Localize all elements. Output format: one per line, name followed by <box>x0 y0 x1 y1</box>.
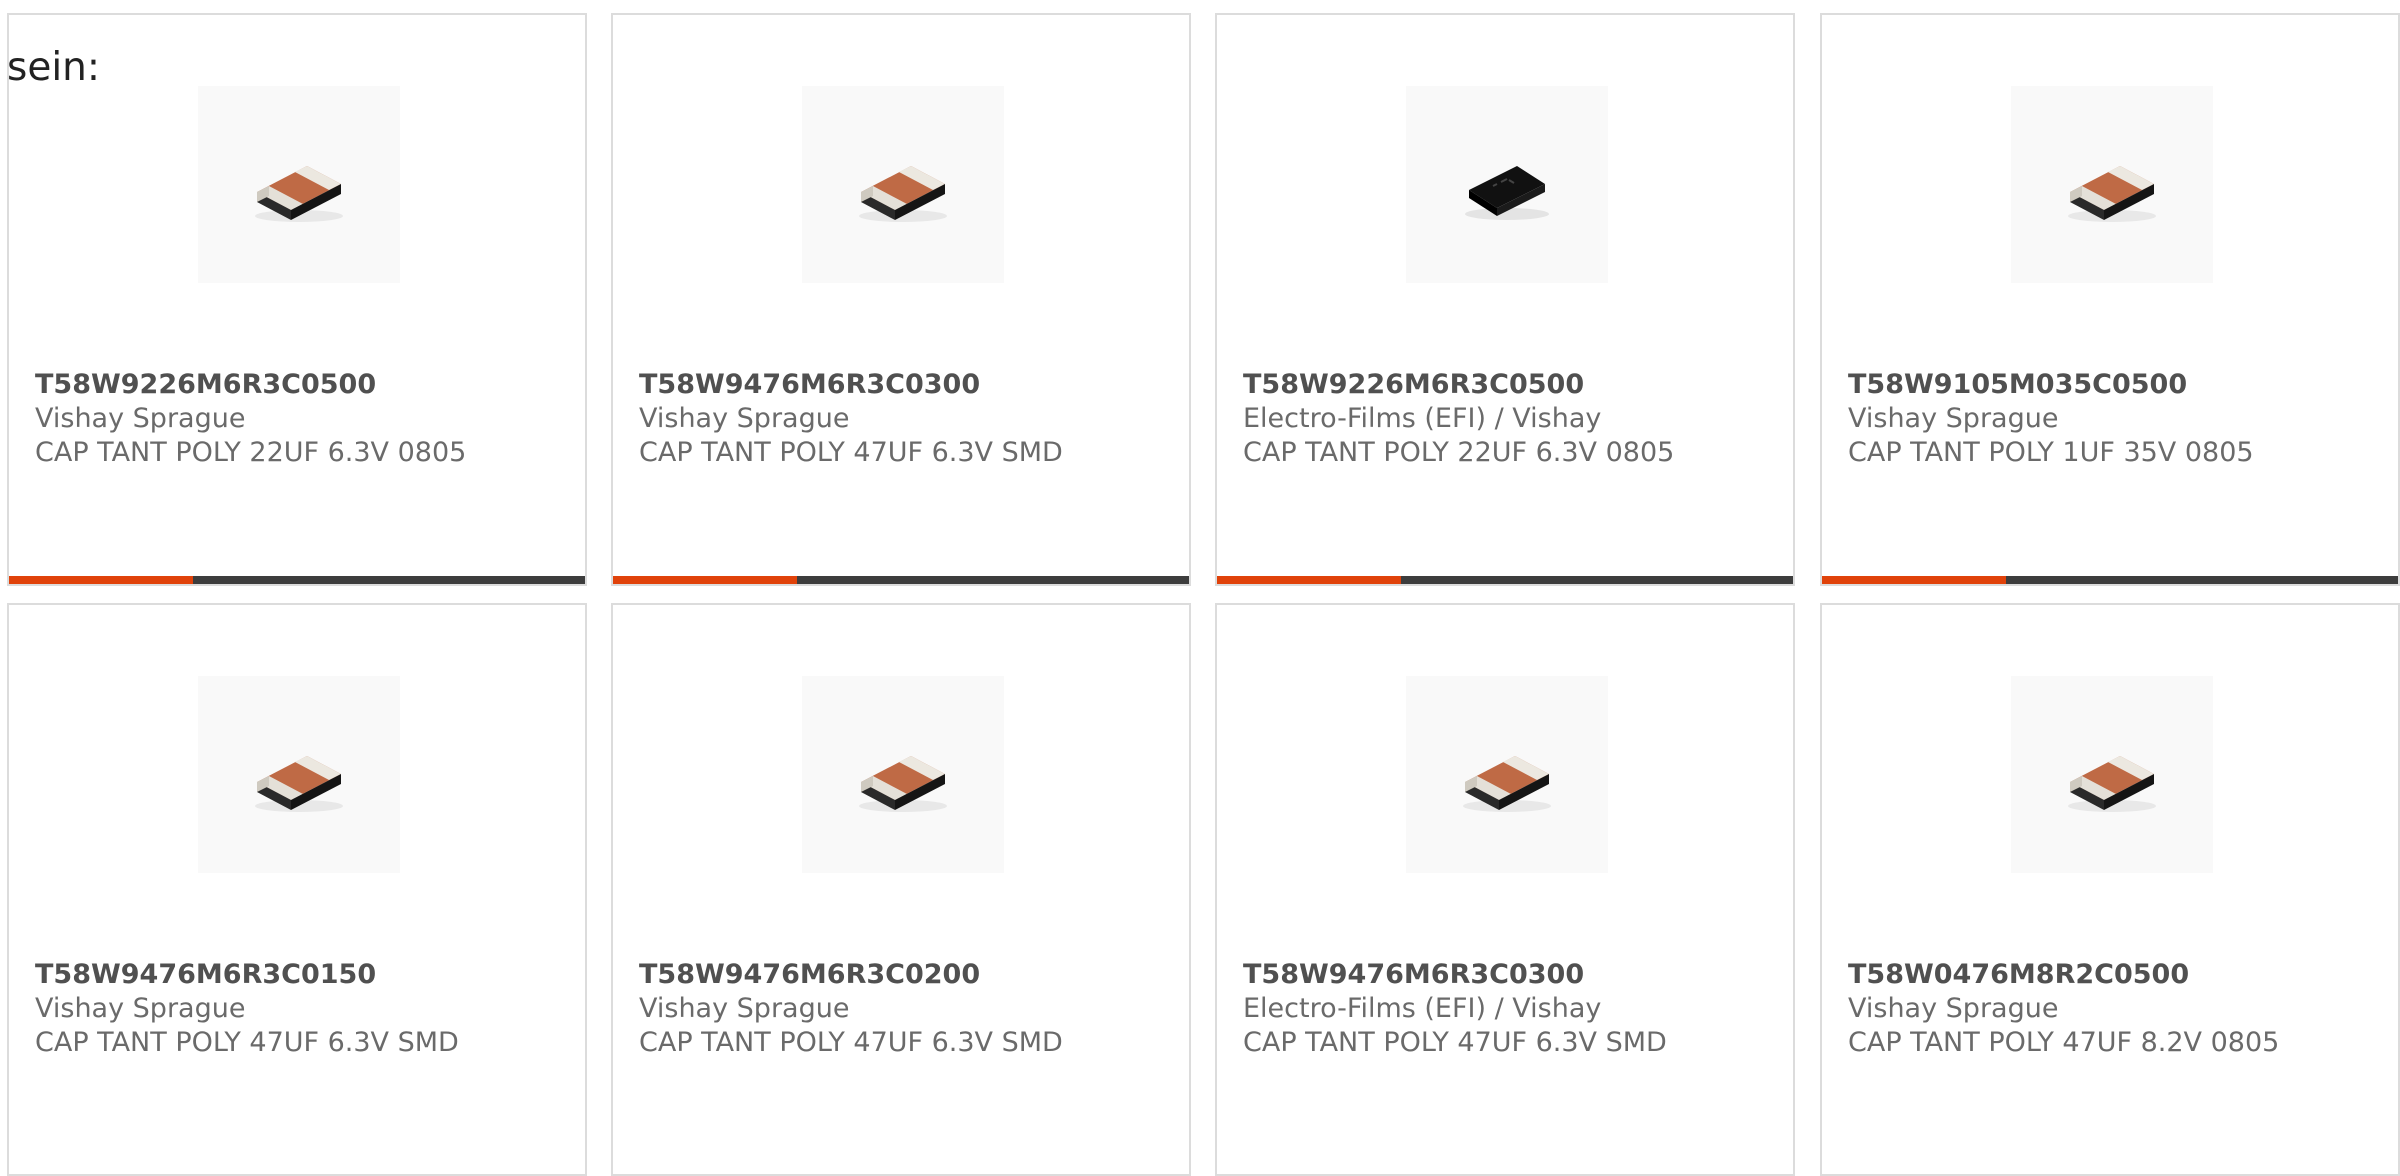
part-number[interactable]: T58W0476M8R2C0500 <box>1848 958 2189 992</box>
tantalum-chip-capacitor-icon <box>1463 755 1551 812</box>
product-image[interactable] <box>802 676 1004 873</box>
product-description: CAP TANT POLY 47UF 6.3V SMD <box>639 1027 1063 1058</box>
product-description: CAP TANT POLY 1UF 35V 0805 <box>1848 437 2254 468</box>
manufacturer-name: Vishay Sprague <box>35 403 246 434</box>
card-progress-bar <box>1822 576 2398 584</box>
card-progress-track <box>797 576 1189 584</box>
product-description: CAP TANT POLY 22UF 6.3V 0805 <box>1243 437 1675 468</box>
product-image[interactable] <box>802 86 1004 283</box>
product-description: CAP TANT POLY 47UF 8.2V 0805 <box>1848 1027 2280 1058</box>
tantalum-chip-capacitor-icon <box>255 165 343 222</box>
product-description: CAP TANT POLY 47UF 6.3V SMD <box>639 437 1063 468</box>
card-progress-fill <box>1217 576 1402 584</box>
manufacturer-name: Electro-Films (EFI) / Vishay <box>1243 993 1602 1024</box>
product-image[interactable] <box>1406 676 1608 873</box>
product-description: CAP TANT POLY 22UF 6.3V 0805 <box>35 437 467 468</box>
manufacturer-name: Vishay Sprague <box>639 993 850 1024</box>
product-card[interactable]: T58W9476M6R3C0150 Vishay Sprague CAP TANT … <box>7 603 587 1176</box>
manufacturer-name: Vishay Sprague <box>35 993 246 1024</box>
card-progress-track <box>2006 576 2398 584</box>
product-image[interactable] <box>2011 676 2213 873</box>
product-grid: T58W0476M8R2C0500 Vishay Sprague CAP TANT … <box>0 0 2400 1176</box>
product-card[interactable]: T58W9476M6R3C0300 Electro-Films (EFI) / V… <box>1215 603 1795 1176</box>
manufacturer-name: Vishay Sprague <box>1848 993 2059 1024</box>
card-progress-bar <box>1217 576 1793 584</box>
part-number[interactable]: T58W9476M6R3C0150 <box>35 958 376 992</box>
card-progress-track <box>1401 576 1793 584</box>
part-number[interactable]: T58W9226M6R3C0500 <box>1243 368 1584 402</box>
card-progress-track <box>193 576 585 584</box>
tantalum-chip-capacitor-icon <box>2068 755 2156 812</box>
product-card[interactable]: T58W9105M035C0500 Vishay Sprague CAP TANT … <box>1820 13 2400 586</box>
tantalum-chip-capacitor-icon <box>859 755 947 812</box>
tantalum-chip-capacitor-icon <box>255 755 343 812</box>
card-progress-fill <box>613 576 798 584</box>
product-card[interactable]: T58W9476M6R3C0200 Vishay Sprague CAP TANT … <box>611 603 1191 1176</box>
product-image[interactable] <box>198 676 400 873</box>
card-progress-bar <box>9 576 585 584</box>
part-number[interactable]: T58W9105M035C0500 <box>1848 368 2187 402</box>
tantalum-chip-capacitor-icon <box>2068 165 2156 222</box>
black-chip-capacitor-icon <box>1465 165 1549 220</box>
product-image[interactable] <box>2011 86 2213 283</box>
intro-text: sein: <box>7 45 101 90</box>
card-progress-fill <box>1822 576 2007 584</box>
part-number[interactable]: T58W9476M6R3C0300 <box>639 368 980 402</box>
product-card[interactable]: T58W0476M8R2C0500 Vishay Sprague CAP TANT … <box>1820 603 2400 1176</box>
card-progress-bar <box>613 576 1189 584</box>
part-number[interactable]: T58W9476M6R3C0200 <box>639 958 980 992</box>
product-image[interactable] <box>198 86 400 283</box>
product-image[interactable] <box>1406 86 1608 283</box>
product-description: CAP TANT POLY 47UF 6.3V SMD <box>35 1027 459 1058</box>
manufacturer-name: Electro-Films (EFI) / Vishay <box>1243 403 1602 434</box>
card-progress-fill <box>9 576 194 584</box>
tantalum-chip-capacitor-icon <box>859 165 947 222</box>
manufacturer-name: Vishay Sprague <box>639 403 850 434</box>
product-card[interactable]: T58W9226M6R3C0500 Vishay Sprague CAP TANT … <box>7 13 587 586</box>
part-number[interactable]: T58W9226M6R3C0500 <box>35 368 376 402</box>
manufacturer-name: Vishay Sprague <box>1848 403 2059 434</box>
product-description: CAP TANT POLY 47UF 6.3V SMD <box>1243 1027 1667 1058</box>
part-number[interactable]: T58W9476M6R3C0300 <box>1243 958 1584 992</box>
product-card[interactable]: T58W9476M6R3C0300 Vishay Sprague CAP TANT … <box>611 13 1191 586</box>
product-card[interactable]: T58W9226M6R3C0500 Electro-Films (EFI) / V… <box>1215 13 1795 586</box>
